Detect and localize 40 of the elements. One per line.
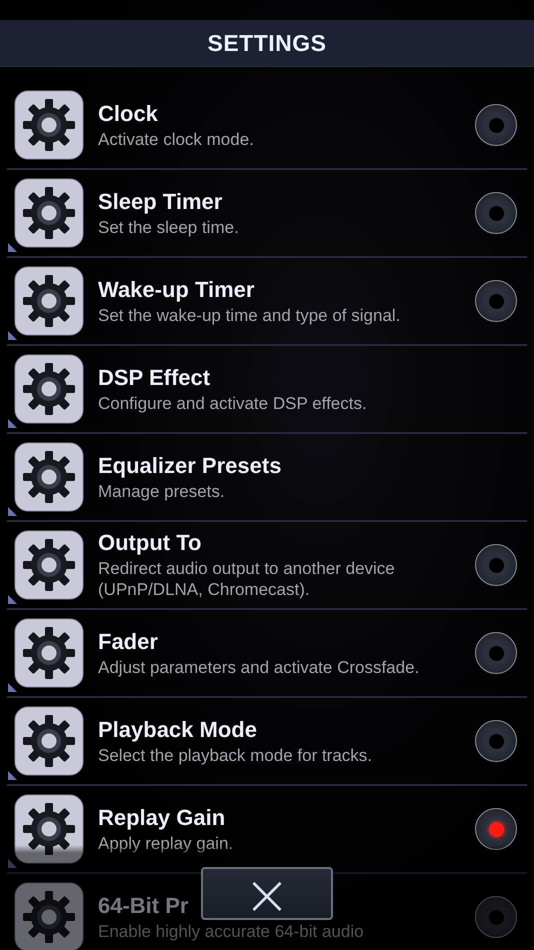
close-button[interactable]: × xyxy=(201,867,333,920)
setting-title: Equalizer Presets xyxy=(98,452,282,478)
setting-description: Redirect audio output to another device (UPnP/DLNA, Chromecast). xyxy=(98,558,396,600)
setting-title: Sleep Timer xyxy=(98,188,222,214)
setting-description: Manage presets. xyxy=(98,480,225,502)
setting-description: Enable highly accurate 64-bit audio xyxy=(98,920,364,942)
gear-icon xyxy=(14,90,84,160)
setting-description: Adjust parameters and activate Crossfade. xyxy=(98,656,420,678)
setting-title: 64-Bit Pr xyxy=(98,892,188,918)
setting-title: Fader xyxy=(98,628,158,654)
toggle-switch[interactable] xyxy=(475,104,517,146)
setting-title: DSP Effect xyxy=(98,364,210,390)
setting-description: Set the sleep time. xyxy=(98,216,239,238)
setting-description: Select the playback mode for tracks. xyxy=(98,744,372,766)
setting-title: Playback Mode xyxy=(98,716,257,742)
toggle-switch[interactable] xyxy=(475,544,517,586)
setting-description: Configure and activate DSP effects. xyxy=(98,392,367,414)
toggle-switch[interactable] xyxy=(475,280,517,322)
gear-icon xyxy=(14,530,84,600)
gear-icon xyxy=(14,266,84,336)
setting-title: Clock xyxy=(98,100,158,126)
screen-title: SETTINGS xyxy=(207,30,326,56)
gear-icon xyxy=(14,354,84,424)
gear-icon xyxy=(14,178,84,248)
gear-icon xyxy=(14,618,84,688)
gear-icon xyxy=(14,706,84,776)
setting-title: Output To xyxy=(98,530,202,556)
setting-description: Apply replay gain. xyxy=(98,832,234,854)
setting-title: Replay Gain xyxy=(98,804,226,830)
gear-icon xyxy=(14,442,84,512)
setting-title: Wake-up Timer xyxy=(98,276,254,302)
toggle-switch[interactable] xyxy=(475,896,517,938)
toggle-switch[interactable] xyxy=(475,808,517,850)
gear-icon xyxy=(14,882,84,950)
toggle-switch[interactable] xyxy=(475,192,517,234)
toggle-switch[interactable] xyxy=(475,632,517,674)
toggle-switch[interactable] xyxy=(475,720,517,762)
gear-icon xyxy=(14,794,84,864)
setting-description: Set the wake-up time and type of signal. xyxy=(98,304,400,326)
setting-description: Activate clock mode. xyxy=(98,128,254,150)
